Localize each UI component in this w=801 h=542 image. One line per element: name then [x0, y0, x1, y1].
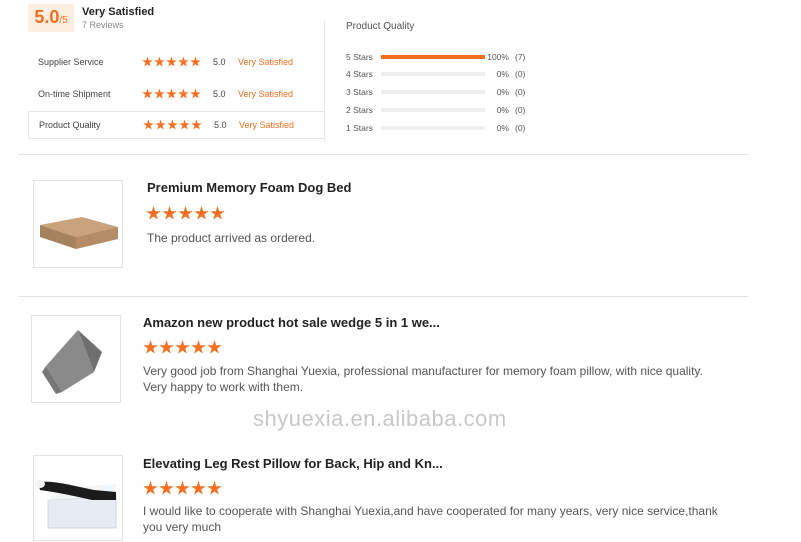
review-product-title[interactable]: Elevating Leg Rest Pillow for Back, Hip … — [143, 456, 443, 471]
star-icon — [159, 481, 174, 495]
distribution-label: 3 Stars — [346, 87, 373, 97]
star-icon — [178, 206, 193, 220]
star-rating — [143, 119, 213, 131]
score-denominator: /5 — [59, 15, 68, 26]
distribution-percent: 0% — [496, 123, 509, 133]
star-icon — [179, 119, 190, 130]
distribution-bar — [381, 126, 485, 130]
rating-value: 5.0 — [214, 120, 227, 130]
distribution-count: (0) — [515, 105, 526, 115]
star-icon — [166, 88, 177, 99]
review-star-rating — [143, 481, 222, 496]
review-text: Very good job from Shanghai Yuexia, prof… — [143, 364, 703, 394]
distribution-count: (0) — [515, 123, 526, 133]
distribution-percent: 0% — [496, 87, 509, 97]
star-icon — [175, 340, 190, 354]
section-divider — [18, 296, 748, 297]
distribution-bar — [381, 72, 485, 76]
star-icon — [178, 88, 189, 99]
section-divider — [18, 154, 748, 155]
dog-bed-image — [40, 217, 118, 249]
star-icon — [207, 481, 222, 495]
distribution-bar — [381, 90, 485, 94]
star-icon — [162, 206, 177, 220]
distribution-percent: 0% — [496, 105, 509, 115]
distribution-bar — [381, 55, 485, 59]
rating-row-product-quality[interactable]: Product Quality 5.0 Very Satisfied — [28, 111, 324, 139]
star-icon — [191, 119, 202, 130]
distribution-count: (7) — [515, 52, 526, 62]
distribution-title: Product Quality — [346, 21, 415, 32]
star-icon — [143, 481, 158, 495]
star-icon — [155, 119, 166, 130]
reviews-count: 7 Reviews — [82, 20, 124, 30]
star-icon — [191, 481, 206, 495]
rating-verdict: Very Satisfied — [238, 89, 294, 99]
star-icon — [190, 88, 201, 99]
product-thumbnail[interactable] — [33, 455, 123, 541]
rating-verdict: Very Satisfied — [238, 57, 294, 67]
review-product-title[interactable]: Premium Memory Foam Dog Bed — [147, 180, 351, 195]
rating-label: Supplier Service — [38, 57, 104, 67]
star-icon — [143, 119, 154, 130]
star-icon — [210, 206, 225, 220]
distribution-percent: 100% — [487, 52, 509, 62]
rating-verdict: Very Satisfied — [239, 120, 295, 130]
rating-value: 5.0 — [213, 57, 226, 67]
leg-rest-pillow-image — [35, 480, 117, 529]
review-star-rating — [146, 206, 225, 221]
rating-summary: 5.0 /5 Very Satisfied 7 Reviews Supplier… — [28, 0, 328, 142]
star-icon — [146, 206, 161, 220]
rating-row-ontime-shipment[interactable]: On-time Shipment 5.0 Very Satisfied — [28, 80, 324, 108]
review-star-rating — [143, 340, 222, 355]
distribution-label: 2 Stars — [346, 105, 373, 115]
review-text: I would like to cooperate with Shanghai … — [143, 504, 718, 534]
star-icon — [142, 88, 153, 99]
wedge-pillow-image — [42, 330, 102, 394]
distribution-row: 5 Stars 100% (7) — [346, 51, 546, 63]
star-icon — [143, 340, 158, 354]
distribution-row: 2 Stars 0% (0) — [346, 104, 546, 116]
satisfaction-title: Very Satisfied — [82, 6, 155, 18]
review-text: The product arrived as ordered. — [147, 231, 316, 245]
star-icon — [167, 119, 178, 130]
distribution-row: 4 Stars 0% (0) — [346, 68, 546, 80]
product-thumbnail[interactable] — [31, 315, 121, 403]
rating-label: Product Quality — [39, 120, 101, 130]
star-rating — [142, 88, 212, 100]
rating-value: 5.0 — [213, 89, 226, 99]
star-rating — [142, 56, 212, 68]
product-thumbnail[interactable] — [33, 180, 123, 268]
overall-score: 5.0 — [34, 7, 60, 27]
review-product-title[interactable]: Amazon new product hot sale wedge 5 in 1… — [143, 315, 440, 330]
distribution-row: 1 Stars 0% (0) — [346, 122, 546, 134]
distribution-label: 1 Stars — [346, 123, 373, 133]
star-icon — [207, 340, 222, 354]
rating-row-supplier-service[interactable]: Supplier Service 5.0 Very Satisfied — [28, 48, 324, 76]
distribution-count: (0) — [515, 87, 526, 97]
watermark: shyuexia.en.alibaba.com — [253, 406, 507, 431]
star-icon — [166, 56, 177, 67]
star-icon — [191, 340, 206, 354]
distribution-label: 5 Stars — [346, 52, 373, 62]
distribution-count: (0) — [515, 69, 526, 79]
star-icon — [178, 56, 189, 67]
overall-score-badge: 5.0 /5 — [28, 4, 74, 32]
rating-label: On-time Shipment — [38, 89, 111, 99]
star-icon — [159, 340, 174, 354]
distribution-row: 3 Stars 0% (0) — [346, 86, 546, 98]
distribution-percent: 0% — [496, 69, 509, 79]
distribution-label: 4 Stars — [346, 69, 373, 79]
star-icon — [154, 88, 165, 99]
star-icon — [190, 56, 201, 67]
star-icon — [154, 56, 165, 67]
vertical-divider — [324, 20, 325, 142]
star-icon — [194, 206, 209, 220]
distribution-bar-fill — [381, 55, 485, 59]
star-icon — [142, 56, 153, 67]
star-icon — [175, 481, 190, 495]
distribution-bar — [381, 108, 485, 112]
